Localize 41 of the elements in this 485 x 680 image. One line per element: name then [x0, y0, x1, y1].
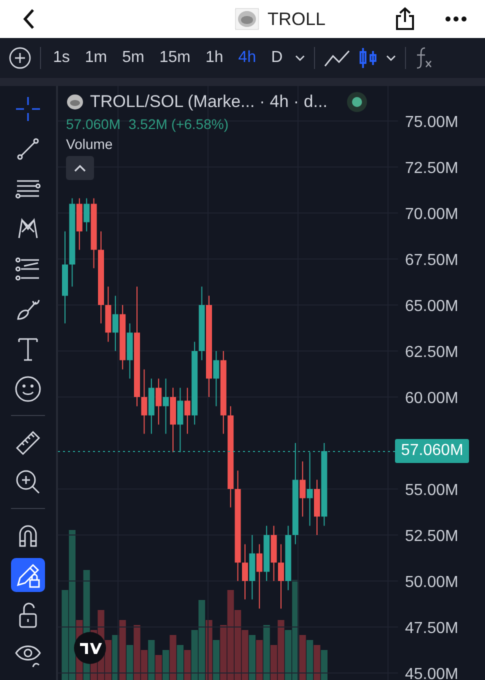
price-axis-label: 47.50M [405, 620, 458, 637]
collapse-button[interactable] [66, 156, 94, 180]
more-icon[interactable] [445, 16, 467, 22]
coin-icon [66, 94, 84, 110]
timeframe-tab[interactable]: 4h [235, 49, 260, 67]
back-icon[interactable] [22, 8, 36, 30]
pencil-lock-tool-icon[interactable] [11, 558, 45, 592]
price-axis-label: 50.00M [405, 574, 458, 591]
price-axis-label: 45.00M [405, 666, 458, 680]
timeframe-tab[interactable]: 5m [119, 49, 148, 67]
timeframe-tab[interactable]: 1s [50, 49, 73, 67]
price-axis-label: 70.00M [405, 206, 458, 223]
line-chart-icon[interactable] [324, 49, 350, 67]
caret-icon[interactable] [294, 55, 305, 61]
price-axis-label: 72.50M [405, 160, 458, 177]
timeframe-tab[interactable]: 1m [82, 49, 110, 67]
price-axis-label: 67.50M [405, 252, 458, 269]
token-title: TROLL [267, 8, 326, 30]
coin-icon [235, 8, 260, 30]
add-icon[interactable] [9, 47, 31, 69]
function-icon[interactable] [414, 47, 433, 69]
price-axis-label: 52.50M [405, 528, 458, 545]
caret-icon[interactable] [386, 55, 396, 61]
price-axis-label: 55.00M [405, 482, 458, 499]
logo-icon [73, 631, 107, 665]
share-icon[interactable] [395, 7, 415, 31]
caret-icon [74, 164, 86, 172]
price-change: 3.52M (+6.58%) [128, 116, 228, 132]
price-axis-label: 62.50M [405, 344, 458, 361]
symbol-title[interactable]: TROLL/SOL (Marke... · 4h · d... [90, 92, 328, 112]
timeframe-tab[interactable]: D [268, 49, 286, 67]
timeframe-tab[interactable]: 15m [156, 49, 194, 67]
price-axis-label: 60.00M [405, 390, 458, 407]
indicator-label: Volume [66, 136, 113, 152]
market-status-dot [347, 92, 368, 112]
timeframe-tab[interactable]: 1h [202, 49, 226, 67]
price-axis-label: 65.00M [405, 298, 458, 315]
price-axis-label: 75.00M [405, 114, 458, 131]
current-price-badge: 57.060M [395, 439, 470, 464]
candles-icon[interactable] [358, 47, 377, 69]
last-price: 57.060M [66, 116, 120, 132]
